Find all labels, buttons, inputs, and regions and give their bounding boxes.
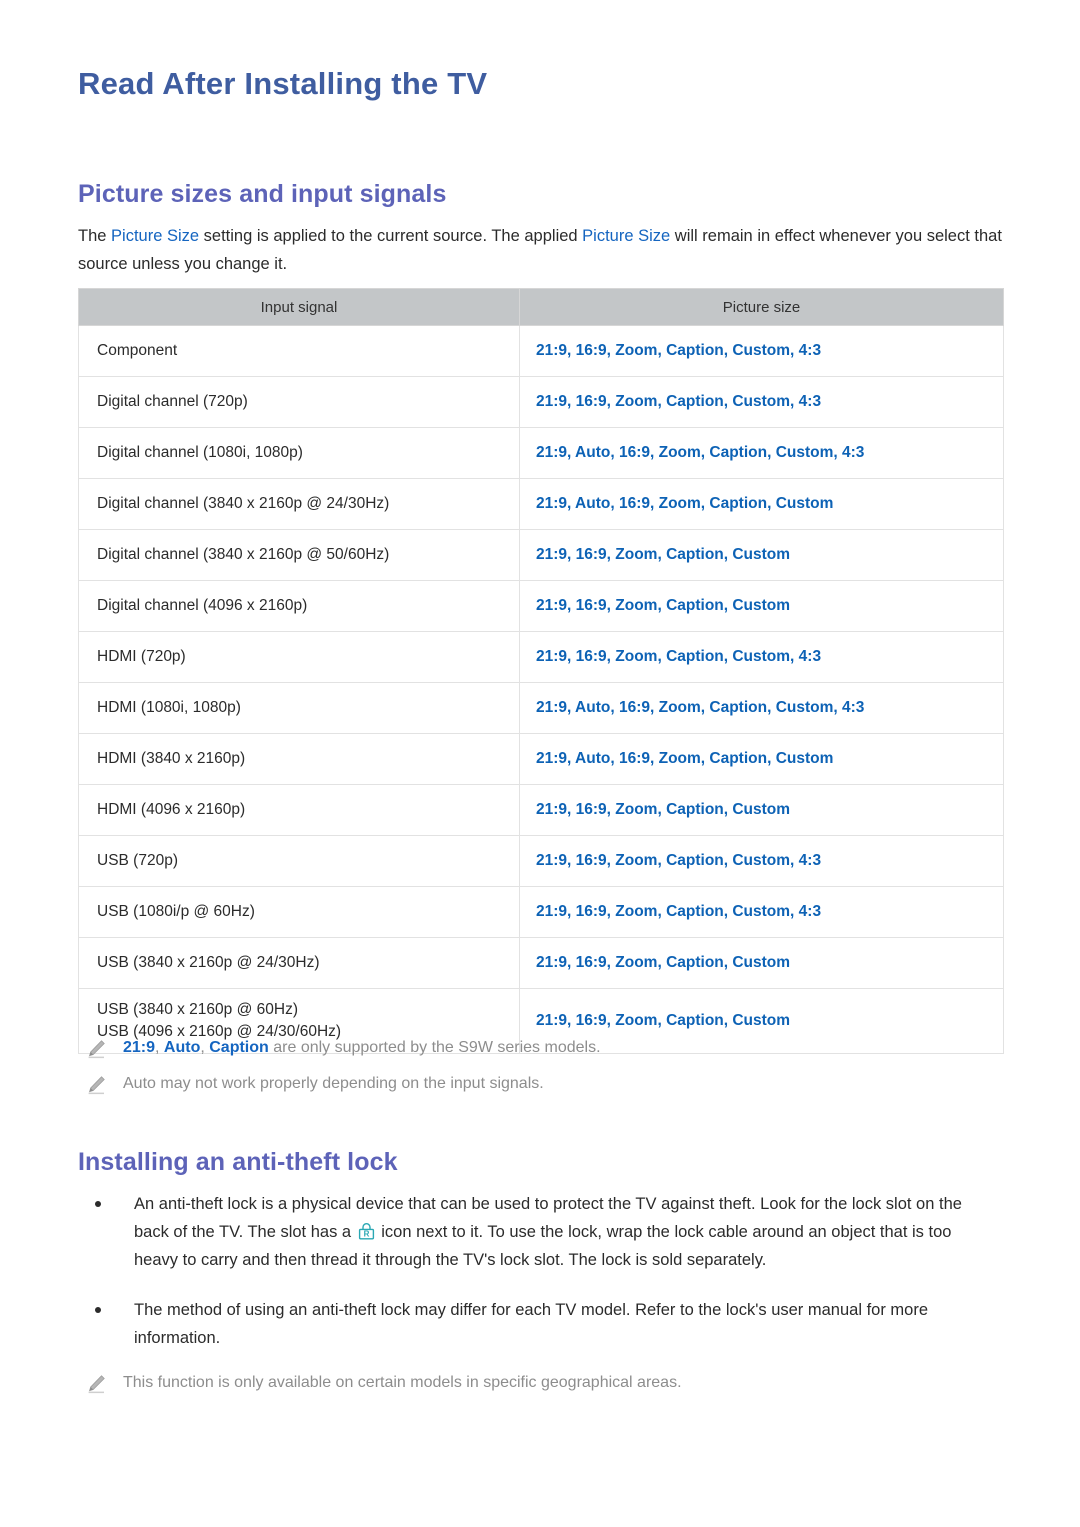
note-text: 21:9, Auto, Caption are only supported b…	[123, 1036, 601, 1060]
keyword-picture-size-2: Picture Size	[582, 227, 671, 245]
table-row: Digital channel (3840 x 2160p @ 24/30Hz)…	[78, 478, 1004, 530]
cell-input-signal: USB (720p)	[78, 835, 520, 887]
kensington-lock-icon: R	[358, 1221, 375, 1240]
bullet-text: The method of using an anti-theft lock m…	[134, 1301, 929, 1347]
anti-theft-bullet-list: An anti-theft lock is a physical device …	[95, 1190, 1000, 1374]
cell-input-signal: Digital channel (3840 x 2160p @ 24/30Hz)	[78, 478, 520, 530]
cell-input-signal-line: Digital channel (4096 x 2160p)	[97, 597, 308, 614]
table-header-row: Input signal Picture size	[78, 288, 1004, 326]
svg-text:R: R	[363, 1230, 369, 1239]
cell-input-signal-line: USB (720p)	[97, 852, 178, 869]
cell-input-signal: USB (3840 x 2160p @ 24/30Hz)	[78, 937, 520, 989]
cell-picture-size: 21:9, 16:9, Zoom, Caption, Custom	[519, 529, 1004, 581]
cell-input-signal-line: USB (1080i/p @ 60Hz)	[97, 903, 255, 920]
intro-text-part1: The	[78, 227, 112, 245]
table-header: Input signal Picture size	[78, 288, 1004, 326]
cell-input-signal: Digital channel (4096 x 2160p)	[78, 580, 520, 632]
note-row: Auto may not work properly depending on …	[85, 1072, 1015, 1096]
anti-theft-notes: This function is only available on certa…	[85, 1371, 1015, 1407]
cell-picture-size: 21:9, 16:9, Zoom, Caption, Custom	[519, 937, 1004, 989]
pencil-icon	[85, 1074, 107, 1096]
list-item: An anti-theft lock is a physical device …	[95, 1190, 1000, 1274]
bullet-dot-icon	[95, 1307, 101, 1313]
cell-picture-size: 21:9, Auto, 16:9, Zoom, Caption, Custom	[519, 478, 1004, 530]
table-row: Digital channel (1080i, 1080p) 21:9, Auto…	[78, 427, 1004, 479]
section-heading-picture-sizes: Picture sizes and input signals	[78, 180, 447, 208]
cell-picture-size: 21:9, 16:9, Zoom, Caption, Custom, 4:3	[519, 835, 1004, 887]
bullet-text: An anti-theft lock is a physical device …	[134, 1190, 1000, 1274]
cell-input-signal-line: Digital channel (720p)	[97, 393, 248, 410]
table-body: Component 21:9, 16:9, Zoom, Caption, Cust…	[78, 325, 1004, 1054]
cell-input-signal: Digital channel (3840 x 2160p @ 50/60Hz)	[78, 529, 520, 581]
cell-input-signal: Digital channel (720p)	[78, 376, 520, 428]
cell-picture-size: 21:9, 16:9, Zoom, Caption, Custom, 4:3	[519, 631, 1004, 683]
cell-input-signal-line: USB (3840 x 2160p @ 24/30Hz)	[97, 954, 320, 971]
cell-input-signal-line: Digital channel (3840 x 2160p @ 24/30Hz)	[97, 495, 390, 512]
cell-input-signal-line: HDMI (1080i, 1080p)	[97, 699, 241, 716]
cell-input-signal-line: HDMI (3840 x 2160p)	[97, 750, 246, 767]
table-row: USB (1080i/p @ 60Hz) 21:9, 16:9, Zoom, Ca…	[78, 886, 1004, 938]
cell-input-signal: USB (1080i/p @ 60Hz)	[78, 886, 520, 938]
table-row: HDMI (720p) 21:9, 16:9, Zoom, Caption, Cu…	[78, 631, 1004, 683]
cell-picture-size: 21:9, 16:9, Zoom, Caption, Custom	[519, 580, 1004, 632]
cell-picture-size: 21:9, 16:9, Zoom, Caption, Custom	[519, 784, 1004, 836]
cell-input-signal-line: Digital channel (3840 x 2160p @ 50/60Hz)	[97, 546, 390, 563]
cell-input-signal-line: HDMI (720p)	[97, 648, 186, 665]
note-sep-1: ,	[155, 1039, 164, 1056]
keyword-picture-size-1: Picture Size	[111, 227, 200, 245]
cell-input-signal: HDMI (3840 x 2160p)	[78, 733, 520, 785]
cell-input-signal-line: HDMI (4096 x 2160p)	[97, 801, 246, 818]
table-row: USB (3840 x 2160p @ 24/30Hz) 21:9, 16:9, …	[78, 937, 1004, 989]
cell-picture-size: 21:9, 16:9, Zoom, Caption, Custom, 4:3	[519, 886, 1004, 938]
picture-size-notes: 21:9, Auto, Caption are only supported b…	[85, 1036, 1015, 1108]
table-row: Digital channel (3840 x 2160p @ 50/60Hz)…	[78, 529, 1004, 581]
note-keyword-21-9: 21:9	[123, 1039, 156, 1056]
page-title: Read After Installing the TV	[78, 66, 488, 101]
cell-input-signal-line: Component	[97, 342, 178, 359]
document-page: Read After Installing the TV Picture siz…	[0, 0, 1080, 1527]
note-keyword-caption: Caption	[209, 1039, 269, 1056]
table-row: HDMI (3840 x 2160p) 21:9, Auto, 16:9, Zoo…	[78, 733, 1004, 785]
pencil-icon	[85, 1038, 107, 1060]
cell-input-signal-line: USB (3840 x 2160p @ 60Hz)	[97, 1001, 298, 1018]
list-item: The method of using an anti-theft lock m…	[95, 1296, 1000, 1352]
table-row: Digital channel (720p) 21:9, 16:9, Zoom, …	[78, 376, 1004, 428]
cell-picture-size: 21:9, Auto, 16:9, Zoom, Caption, Custom	[519, 733, 1004, 785]
note-sep-2: ,	[200, 1039, 210, 1056]
cell-picture-size: 21:9, Auto, 16:9, Zoom, Caption, Custom,…	[519, 682, 1004, 734]
intro-paragraph: The Picture Size setting is applied to t…	[78, 222, 1008, 278]
table-row: Digital channel (4096 x 2160p) 21:9, 16:9…	[78, 580, 1004, 632]
section-heading-anti-theft: Installing an anti-theft lock	[78, 1148, 398, 1176]
cell-input-signal: HDMI (4096 x 2160p)	[78, 784, 520, 836]
picture-size-table: Input signal Picture size Component 21:9,…	[78, 288, 1004, 1054]
note-text: This function is only available on certa…	[123, 1374, 682, 1391]
cell-input-signal: HDMI (720p)	[78, 631, 520, 683]
cell-input-signal: Component	[78, 325, 520, 377]
table-row: Component 21:9, 16:9, Zoom, Caption, Cust…	[78, 325, 1004, 377]
intro-text-part2: setting is applied to the current source…	[199, 227, 583, 245]
cell-picture-size: 21:9, 16:9, Zoom, Caption, Custom, 4:3	[519, 376, 1004, 428]
note-tail: are only supported by the S9W series mod…	[268, 1039, 601, 1056]
pencil-icon	[85, 1373, 107, 1395]
cell-picture-size: 21:9, 16:9, Zoom, Caption, Custom, 4:3	[519, 325, 1004, 377]
cell-input-signal-line: Digital channel (1080i, 1080p)	[97, 444, 303, 461]
note-row: 21:9, Auto, Caption are only supported b…	[85, 1036, 1015, 1060]
table-row: HDMI (1080i, 1080p) 21:9, Auto, 16:9, Zoo…	[78, 682, 1004, 734]
note-row: This function is only available on certa…	[85, 1371, 1015, 1395]
cell-input-signal: Digital channel (1080i, 1080p)	[78, 427, 520, 479]
column-header-input-signal: Input signal	[78, 288, 520, 326]
table-row: HDMI (4096 x 2160p) 21:9, 16:9, Zoom, Cap…	[78, 784, 1004, 836]
cell-picture-size: 21:9, Auto, 16:9, Zoom, Caption, Custom,…	[519, 427, 1004, 479]
table-row: USB (720p) 21:9, 16:9, Zoom, Caption, Cus…	[78, 835, 1004, 887]
note-keyword-auto: Auto	[163, 1039, 201, 1056]
column-header-picture-size: Picture size	[519, 288, 1004, 326]
bullet-dot-icon	[95, 1201, 101, 1207]
note-text: Auto may not work properly depending on …	[123, 1075, 544, 1092]
cell-input-signal: HDMI (1080i, 1080p)	[78, 682, 520, 734]
